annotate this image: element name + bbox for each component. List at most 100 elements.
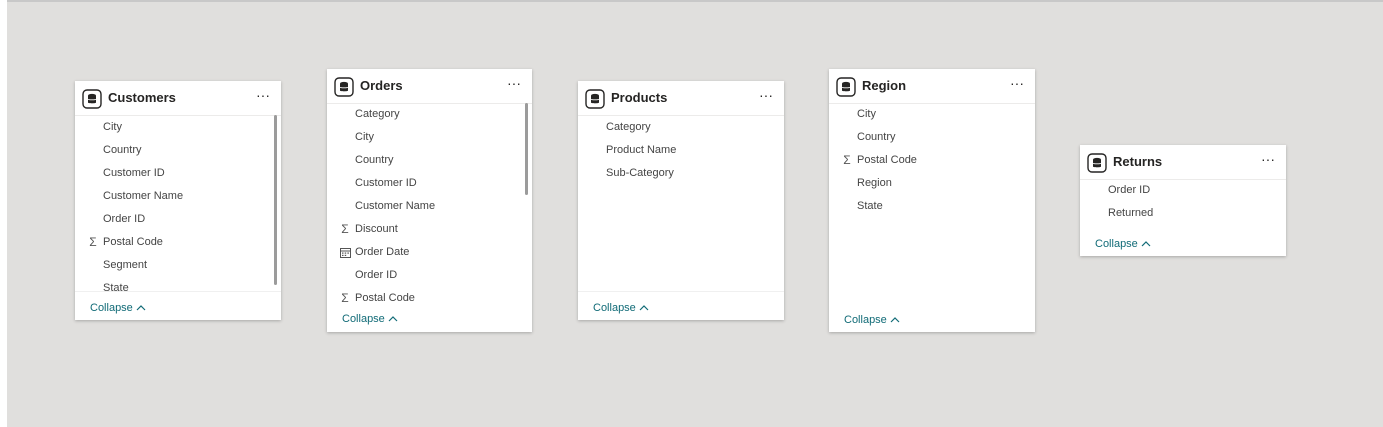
field-item[interactable]: Σ Postal Code bbox=[75, 231, 281, 254]
field-label: Sub-Category bbox=[606, 167, 674, 179]
table-header[interactable]: Orders ··· bbox=[327, 69, 532, 104]
field-item[interactable]: Order ID bbox=[1080, 179, 1286, 202]
database-table-icon bbox=[836, 77, 856, 97]
more-options-button[interactable]: ··· bbox=[251, 88, 275, 105]
model-view-canvas[interactable]: Customers ··· City Country Customer ID Cust… bbox=[0, 0, 1383, 427]
sigma-icon: Σ bbox=[89, 235, 97, 249]
field-label: Country bbox=[857, 131, 896, 143]
more-options-button[interactable]: ··· bbox=[1005, 76, 1029, 93]
field-label: Order Date bbox=[355, 246, 410, 258]
field-item[interactable]: Country bbox=[829, 126, 1035, 149]
field-label: Category bbox=[355, 108, 400, 120]
field-item[interactable]: Country bbox=[75, 139, 281, 162]
collapse-button[interactable]: Collapse bbox=[1095, 237, 1151, 251]
table-card-region[interactable]: Region ··· City Country Σ Postal Code Region… bbox=[829, 69, 1035, 332]
field-item[interactable]: Country bbox=[327, 149, 532, 172]
chevron-up-icon bbox=[388, 312, 398, 326]
field-item[interactable]: Sub-Category bbox=[578, 162, 784, 185]
sigma-icon: Σ bbox=[843, 153, 851, 167]
field-list[interactable]: Order ID Returned bbox=[1080, 179, 1286, 239]
table-header[interactable]: Returns ··· bbox=[1080, 145, 1286, 180]
collapse-button[interactable]: Collapse bbox=[342, 312, 398, 326]
field-label: Postal Code bbox=[355, 292, 415, 304]
table-title: Region bbox=[862, 78, 907, 93]
field-label: Product Name bbox=[606, 144, 677, 156]
table-card-orders[interactable]: Orders ··· Category City Country Customer I… bbox=[327, 69, 532, 332]
field-item[interactable]: Category bbox=[327, 103, 532, 126]
field-item[interactable]: State bbox=[75, 277, 281, 300]
field-item[interactable]: Order Date bbox=[327, 241, 532, 264]
field-label: Discount bbox=[355, 223, 398, 235]
collapse-label: Collapse bbox=[1095, 238, 1138, 250]
scrollbar[interactable] bbox=[525, 103, 528, 195]
more-options-button[interactable]: ··· bbox=[754, 88, 778, 105]
field-item[interactable]: State bbox=[829, 195, 1035, 218]
field-list[interactable]: City Country Σ Postal Code Region State bbox=[829, 103, 1035, 293]
field-item[interactable]: Σ Postal Code bbox=[327, 287, 532, 308]
field-label: Returned bbox=[1108, 207, 1154, 219]
field-list[interactable]: City Country Customer ID Customer Name Order… bbox=[75, 116, 281, 319]
chevron-up-icon bbox=[890, 313, 900, 327]
more-options-button[interactable]: ··· bbox=[1256, 152, 1280, 169]
table-card-products[interactable]: Products ··· Category Product Name Sub-Cat… bbox=[578, 81, 784, 320]
field-item[interactable]: Σ Discount bbox=[327, 218, 532, 241]
field-label: City bbox=[355, 131, 374, 143]
divider bbox=[578, 291, 784, 292]
field-label: Country bbox=[103, 144, 142, 156]
collapse-button[interactable]: Collapse bbox=[844, 313, 900, 327]
scrollbar[interactable] bbox=[274, 115, 277, 285]
database-table-icon bbox=[334, 77, 354, 97]
table-title: Products bbox=[611, 90, 668, 105]
field-item[interactable]: Customer Name bbox=[327, 195, 532, 218]
collapse-label: Collapse bbox=[90, 302, 133, 314]
field-item[interactable]: Customer ID bbox=[327, 172, 532, 195]
field-label: City bbox=[103, 121, 122, 133]
field-item[interactable]: Σ Postal Code bbox=[829, 149, 1035, 172]
table-card-customers[interactable]: Customers ··· City Country Customer ID Cust… bbox=[75, 81, 281, 320]
field-label: City bbox=[857, 108, 876, 120]
collapse-label: Collapse bbox=[342, 313, 385, 325]
database-table-icon bbox=[1087, 153, 1107, 173]
field-label: Customer ID bbox=[355, 177, 417, 189]
collapse-label: Collapse bbox=[593, 302, 636, 314]
calendar-icon bbox=[339, 241, 351, 264]
database-table-icon bbox=[82, 89, 102, 109]
table-header[interactable]: Customers ··· bbox=[75, 81, 281, 116]
field-item[interactable]: Order ID bbox=[327, 264, 532, 287]
field-item[interactable]: Customer Name bbox=[75, 185, 281, 208]
table-title: Orders bbox=[360, 78, 403, 93]
table-card-returns[interactable]: Returns ··· Order ID Returned Collapse bbox=[1080, 145, 1286, 256]
collapse-button[interactable]: Collapse bbox=[90, 301, 146, 315]
chevron-up-icon bbox=[1141, 237, 1151, 251]
field-label: Customer Name bbox=[103, 190, 184, 202]
field-list[interactable]: Category Product Name Sub-Category bbox=[578, 116, 784, 286]
field-item[interactable]: City bbox=[75, 116, 281, 139]
field-label: Order ID bbox=[103, 213, 146, 225]
field-item[interactable]: Category bbox=[578, 116, 784, 139]
table-header[interactable]: Region ··· bbox=[829, 69, 1035, 104]
field-label: Region bbox=[857, 177, 892, 189]
field-label: Order ID bbox=[355, 269, 398, 281]
field-item[interactable]: Region bbox=[829, 172, 1035, 195]
collapse-label: Collapse bbox=[844, 314, 887, 326]
field-item[interactable]: Customer ID bbox=[75, 162, 281, 185]
collapse-button[interactable]: Collapse bbox=[593, 301, 649, 315]
field-item[interactable]: City bbox=[829, 103, 1035, 126]
field-item[interactable]: Product Name bbox=[578, 139, 784, 162]
more-options-button[interactable]: ··· bbox=[502, 76, 526, 93]
field-item[interactable]: City bbox=[327, 126, 532, 149]
table-title: Returns bbox=[1113, 154, 1163, 169]
field-label: Customer ID bbox=[103, 167, 165, 179]
field-label: Order ID bbox=[1108, 184, 1151, 196]
sigma-icon: Σ bbox=[341, 291, 349, 305]
field-label: Postal Code bbox=[857, 154, 917, 166]
chevron-up-icon bbox=[136, 301, 146, 315]
field-list[interactable]: Category City Country Customer ID Customer N… bbox=[327, 103, 532, 308]
field-item[interactable]: Segment bbox=[75, 254, 281, 277]
field-item[interactable]: Returned bbox=[1080, 202, 1286, 225]
field-label: Country bbox=[355, 154, 394, 166]
top-border bbox=[0, 0, 1383, 2]
field-item[interactable]: Order ID bbox=[75, 208, 281, 231]
table-header[interactable]: Products ··· bbox=[578, 81, 784, 116]
left-panel-edge bbox=[0, 0, 7, 427]
